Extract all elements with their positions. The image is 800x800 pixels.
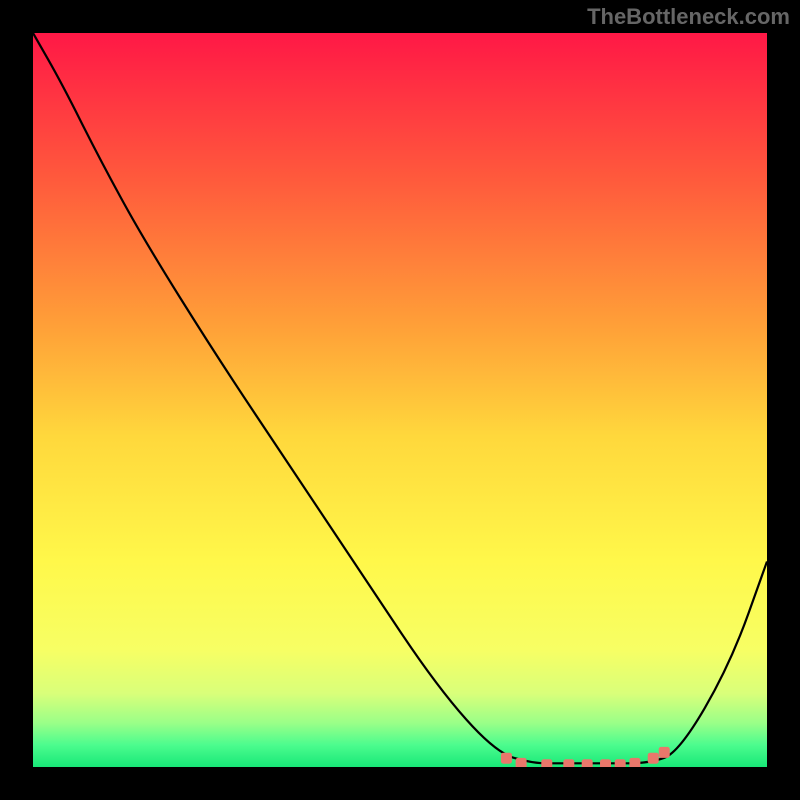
marker-point	[501, 753, 512, 764]
marker-point	[541, 759, 552, 767]
marker-point	[615, 759, 626, 767]
plot-area	[33, 33, 767, 767]
marker-point	[582, 759, 593, 767]
marker-point	[600, 759, 611, 767]
chart-container: TheBottleneck.com	[0, 0, 800, 800]
watermark-text: TheBottleneck.com	[587, 4, 790, 30]
marker-point	[629, 758, 640, 767]
marker-point	[659, 747, 670, 758]
gradient-background	[33, 33, 767, 767]
marker-point	[563, 759, 574, 767]
marker-point	[516, 758, 527, 767]
chart-svg	[33, 33, 767, 767]
marker-point	[648, 753, 659, 764]
